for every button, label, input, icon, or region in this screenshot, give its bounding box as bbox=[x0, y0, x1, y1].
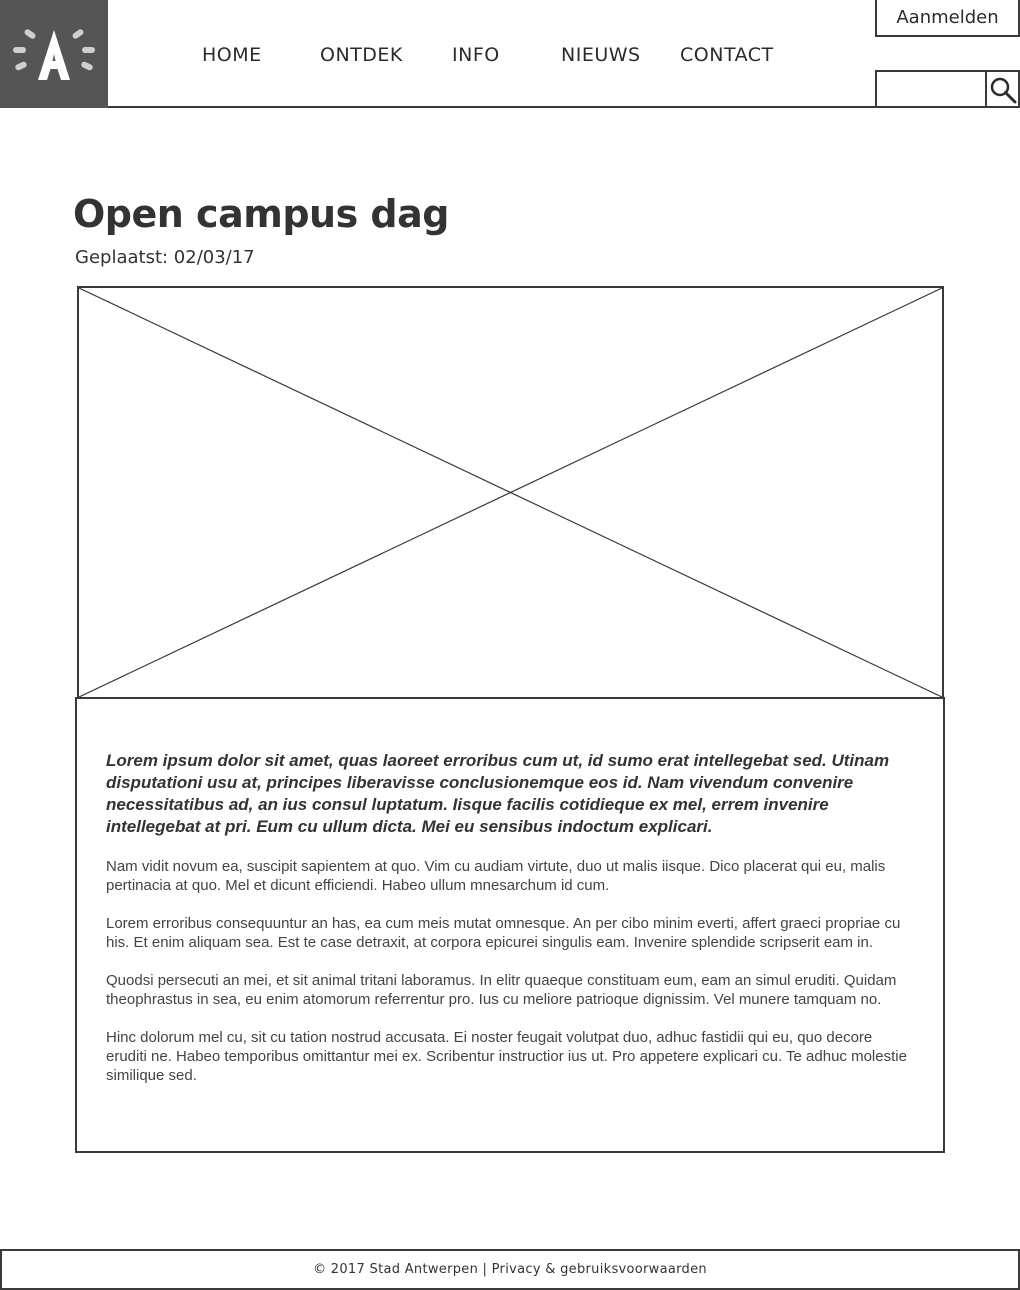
magnifier-icon bbox=[990, 77, 1017, 104]
antwerp-logo[interactable] bbox=[0, 0, 108, 108]
article-body: Lorem ipsum dolor sit amet, quas laoreet… bbox=[75, 697, 945, 1153]
page-title: Open campus dag bbox=[73, 192, 449, 236]
nav-item-home[interactable]: HOME bbox=[202, 44, 262, 66]
article-paragraph: Lorem erroribus consequuntur an has, ea … bbox=[106, 915, 901, 951]
article-image-placeholder bbox=[77, 286, 944, 699]
antwerp-a-logo-icon bbox=[13, 29, 95, 80]
posted-date: Geplaatst: 02/03/17 bbox=[75, 247, 255, 268]
nav-item-nieuws[interactable]: NIEUWS bbox=[561, 44, 641, 66]
login-button[interactable]: Aanmelden bbox=[875, 0, 1020, 37]
nav-item-ontdek[interactable]: ONTDEK bbox=[320, 44, 403, 66]
site-header: HOME ONTDEK INFO NIEUWS CONTACT Aanmelde… bbox=[0, 0, 1020, 108]
nav-item-contact[interactable]: CONTACT bbox=[680, 44, 774, 66]
article-paragraph: Quodsi persecuti an mei, et sit animal t… bbox=[106, 972, 897, 1008]
search-button[interactable] bbox=[985, 70, 1020, 108]
search-field[interactable] bbox=[875, 70, 987, 108]
article-paragraph: Hinc dolorum mel cu, sit cu tation nostr… bbox=[106, 1029, 907, 1084]
search-input[interactable] bbox=[877, 72, 987, 106]
image-placeholder-icon bbox=[79, 288, 942, 697]
nav-item-info[interactable]: INFO bbox=[452, 44, 500, 66]
article-paragraph: Nam vidit novum ea, suscipit sapientem a… bbox=[106, 858, 886, 894]
article-lead: Lorem ipsum dolor sit amet, quas laoreet… bbox=[106, 751, 890, 836]
footer-text[interactable]: © 2017 Stad Antwerpen | Privacy & gebrui… bbox=[313, 1262, 707, 1277]
site-footer: © 2017 Stad Antwerpen | Privacy & gebrui… bbox=[0, 1249, 1020, 1290]
